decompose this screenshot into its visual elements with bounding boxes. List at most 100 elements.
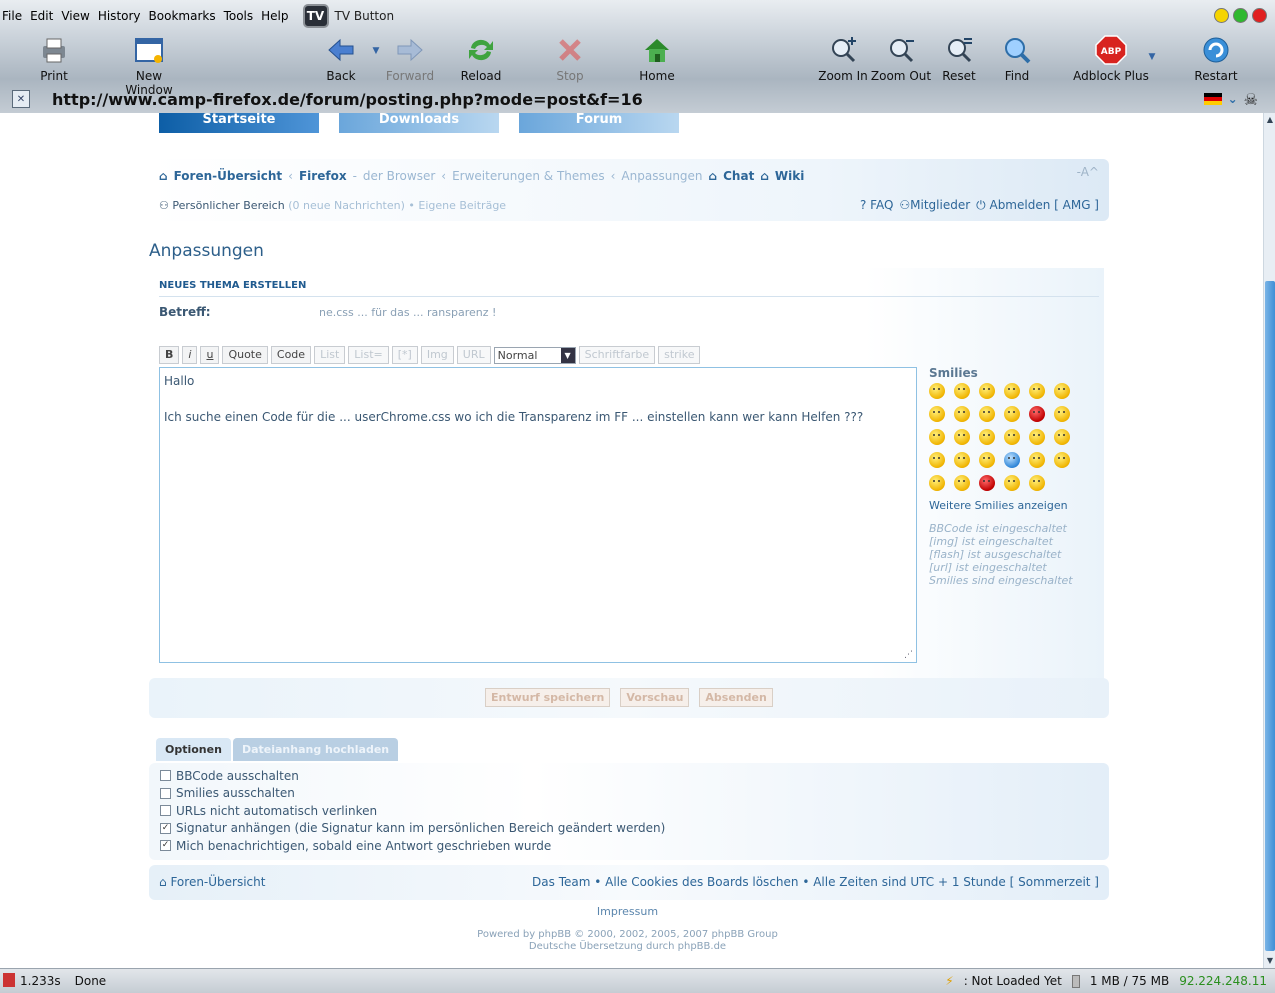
bold-button[interactable]: B bbox=[159, 346, 180, 364]
smiley-icon[interactable] bbox=[1029, 475, 1045, 491]
smiley-icon[interactable] bbox=[1054, 406, 1070, 422]
smiley-icon[interactable] bbox=[929, 452, 945, 468]
smiley-icon[interactable] bbox=[1054, 429, 1070, 445]
scrollbar[interactable]: ▲ ▼ bbox=[1263, 113, 1275, 968]
smiley-icon[interactable] bbox=[1004, 406, 1020, 422]
smiley-icon[interactable] bbox=[979, 406, 995, 422]
menu-history[interactable]: History bbox=[98, 9, 149, 23]
nav-forum[interactable]: Forum bbox=[519, 113, 679, 133]
smiley-icon[interactable] bbox=[954, 406, 970, 422]
scroll-thumb[interactable] bbox=[1265, 281, 1275, 951]
option-row[interactable]: URLs nicht automatisch verlinken bbox=[160, 802, 1109, 820]
font-color-button[interactable]: Schriftfarbe bbox=[578, 346, 656, 364]
smiley-icon[interactable] bbox=[1004, 452, 1020, 468]
smiley-icon[interactable] bbox=[929, 429, 945, 445]
tab-attachments[interactable]: Dateianhang hochladen bbox=[232, 738, 399, 761]
nav-downloads[interactable]: Downloads bbox=[339, 113, 499, 133]
checkbox[interactable] bbox=[160, 805, 171, 817]
crumb-firefox[interactable]: Firefox bbox=[299, 169, 347, 183]
stop-button[interactable]: Stop bbox=[535, 34, 605, 83]
option-row[interactable]: ✓ Mich benachrichtigen, sobald eine Antwo… bbox=[160, 837, 1109, 855]
code-button[interactable]: Code bbox=[270, 346, 312, 364]
smiley-icon[interactable] bbox=[1004, 429, 1020, 445]
address-bar[interactable]: ✕ http://www.camp-firefox.de/forum/posti… bbox=[12, 86, 1262, 112]
checkbox-checked[interactable]: ✓ bbox=[160, 840, 171, 852]
footer-links[interactable]: Das Team • Alle Cookies des Boards lösch… bbox=[532, 875, 1099, 889]
personal-area-extra[interactable]: (0 neue Nachrichten) • Eigene Beiträge bbox=[288, 199, 506, 212]
quote-button[interactable]: Quote bbox=[222, 346, 268, 364]
smiley-icon[interactable] bbox=[979, 452, 995, 468]
option-row[interactable]: Smilies ausschalten bbox=[160, 785, 1109, 803]
smiley-icon[interactable] bbox=[1004, 383, 1020, 399]
smiley-icon[interactable] bbox=[954, 475, 970, 491]
menu-help[interactable]: Help bbox=[261, 9, 296, 23]
underline-button[interactable]: u bbox=[200, 346, 220, 364]
resize-grip-icon[interactable]: ⋰ bbox=[904, 650, 913, 660]
message-textarea[interactable]: Hallo Ich suche einen Code für die ... u… bbox=[159, 367, 917, 663]
smiley-icon[interactable] bbox=[1004, 475, 1020, 491]
home-button[interactable]: Home bbox=[622, 34, 692, 83]
crumb-chat[interactable]: Chat bbox=[723, 169, 754, 183]
menu-view[interactable]: View bbox=[61, 9, 97, 23]
smiley-icon[interactable] bbox=[929, 383, 945, 399]
skull-icon[interactable]: ☠ bbox=[1244, 90, 1258, 109]
submit-button[interactable]: Absenden bbox=[699, 688, 773, 707]
smiley-icon[interactable] bbox=[954, 383, 970, 399]
german-flag-icon[interactable] bbox=[1203, 93, 1222, 105]
smiley-icon[interactable] bbox=[979, 383, 995, 399]
more-smilies-link[interactable]: Weitere Smilies anzeigen bbox=[929, 499, 1099, 512]
font-size-control[interactable]: -A^ bbox=[1077, 165, 1099, 179]
footer-home-link[interactable]: ⌂ Foren-Übersicht bbox=[159, 875, 265, 889]
crumb-erweiterungen[interactable]: Erweiterungen & Themes bbox=[452, 169, 605, 183]
smiley-icon[interactable] bbox=[1029, 383, 1045, 399]
url-button[interactable]: URL bbox=[456, 346, 491, 364]
minimize-button[interactable] bbox=[1214, 8, 1229, 23]
subject-input[interactable]: ne.css ... für das ... ransparenz ! bbox=[319, 306, 619, 324]
page-title[interactable]: Anpassungen bbox=[149, 241, 264, 261]
smiley-icon[interactable] bbox=[929, 475, 945, 491]
font-size-select[interactable]: Normal ▼ bbox=[493, 346, 576, 364]
menu-edit[interactable]: Edit bbox=[30, 9, 61, 23]
crumb-browser[interactable]: der Browser bbox=[363, 169, 435, 183]
smiley-icon[interactable] bbox=[1054, 452, 1070, 468]
strike-button[interactable]: strike bbox=[658, 346, 701, 364]
print-button[interactable]: Print bbox=[19, 34, 89, 83]
forward-button[interactable]: Forward bbox=[375, 34, 445, 83]
smiley-icon[interactable] bbox=[1054, 383, 1070, 399]
checkbox[interactable] bbox=[160, 787, 171, 799]
personal-area-link[interactable]: Persönlicher Bereich bbox=[172, 199, 284, 212]
smiley-icon[interactable] bbox=[954, 429, 970, 445]
close-button[interactable] bbox=[1252, 8, 1267, 23]
checkbox[interactable] bbox=[160, 770, 171, 782]
menu-tools[interactable]: Tools bbox=[224, 9, 262, 23]
preview-button[interactable]: Vorschau bbox=[620, 688, 690, 707]
maximize-button[interactable] bbox=[1233, 8, 1248, 23]
smiley-icon[interactable] bbox=[979, 475, 995, 491]
smiley-icon[interactable] bbox=[1029, 429, 1045, 445]
crumb-foren-uebersicht[interactable]: Foren-Übersicht bbox=[174, 169, 283, 183]
adblock-dropdown-icon[interactable]: ▼ bbox=[1146, 52, 1158, 62]
checkbox-checked[interactable]: ✓ bbox=[160, 822, 171, 834]
reload-button[interactable]: Reload bbox=[446, 34, 516, 83]
nav-startseite[interactable]: Startseite bbox=[159, 113, 319, 133]
menu-file[interactable]: File bbox=[0, 9, 30, 23]
adblock-button[interactable]: ABP Adblock Plus bbox=[1070, 34, 1152, 83]
url-input[interactable]: http://www.camp-firefox.de/forum/posting… bbox=[52, 90, 1204, 109]
smiley-icon[interactable] bbox=[1029, 452, 1045, 468]
italic-button[interactable]: i bbox=[182, 346, 198, 364]
list-button[interactable]: List bbox=[314, 346, 346, 364]
list-item-button[interactable]: [*] bbox=[391, 346, 418, 364]
option-row[interactable]: ✓ Signatur anhängen (die Signatur kann im… bbox=[160, 820, 1109, 838]
menu-bookmarks[interactable]: Bookmarks bbox=[149, 9, 224, 23]
scroll-up-icon[interactable]: ▲ bbox=[1265, 115, 1275, 125]
faq-link[interactable]: ? FAQ bbox=[860, 198, 893, 213]
smiley-icon[interactable] bbox=[954, 452, 970, 468]
restart-button[interactable]: Restart bbox=[1181, 34, 1251, 83]
scroll-down-icon[interactable]: ▼ bbox=[1265, 956, 1275, 966]
smiley-icon[interactable] bbox=[929, 406, 945, 422]
smiley-icon[interactable] bbox=[979, 429, 995, 445]
smiley-icon[interactable] bbox=[1029, 406, 1045, 422]
image-button[interactable]: Img bbox=[420, 346, 454, 364]
logout-link[interactable]: ⏻ Abmelden [ AMG ] bbox=[976, 198, 1099, 213]
save-draft-button[interactable]: Entwurf speichern bbox=[485, 688, 611, 707]
